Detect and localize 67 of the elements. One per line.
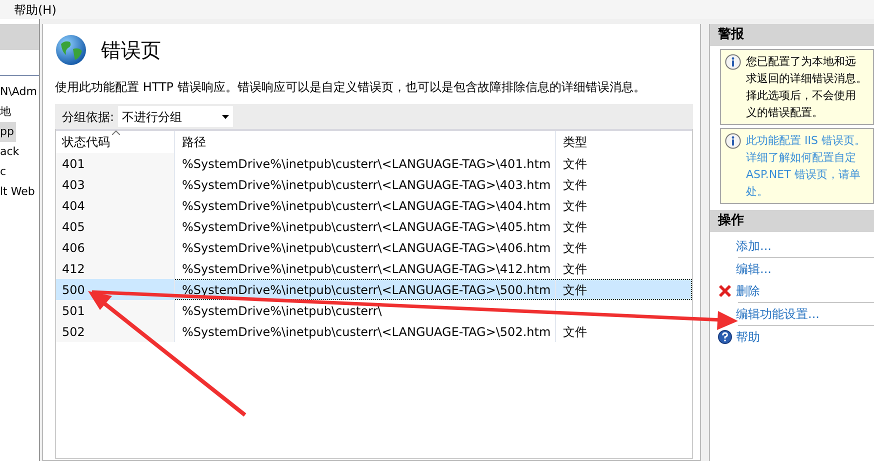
alert-text: 义的错误配置。	[746, 105, 824, 121]
table-cell-text: %SystemDrive%\inetpub\custerr\<LANGUAGE-TAG>\401.htm	[182, 156, 551, 172]
action-link[interactable]: 编辑...	[736, 260, 772, 278]
table-row[interactable]: 500 %SystemDrive%\inetpub\custerr\<LANGUAGE-TAG>\500.htm 文件	[56, 279, 692, 300]
table-row[interactable]: 502 %SystemDrive%\inetpub\custerr\<LANGUAGE-TAG>\502.htm 文件	[56, 321, 692, 342]
column-header[interactable]: 类型	[556, 131, 587, 153]
table-row[interactable]: 406 %SystemDrive%\inetpub\custerr\<LANGUAGE-TAG>\406.htm 文件	[56, 237, 692, 258]
table-cell-text: 文件	[563, 260, 587, 278]
table-cell-text: 404	[62, 198, 85, 214]
help-icon	[718, 330, 732, 344]
action-link[interactable]: 添加...	[736, 237, 772, 255]
table-cell-text: %SystemDrive%\inetpub\custerr\<LANGUAGE-TAG>\412.htm	[182, 260, 551, 278]
table-cell-text: %SystemDrive%\inetpub\custerr\<LANGUAGE-TAG>\406.htm	[182, 240, 551, 256]
alert-link[interactable]: 处。	[746, 183, 866, 200]
table-cell-text: 406	[62, 240, 85, 256]
action-link[interactable]: 帮助	[736, 328, 760, 346]
table-cell-text: 500	[62, 282, 85, 298]
alert-text: 您已配置了为本地和远	[746, 54, 857, 70]
column-header[interactable]: 路径	[175, 131, 556, 153]
table-row[interactable]: 404 %SystemDrive%\inetpub\custerr\<LANGUAGE-TAG>\404.htm 文件	[56, 195, 692, 216]
tree-item[interactable]: ack	[0, 142, 22, 162]
menu-item[interactable]: 帮助(H)	[14, 0, 56, 18]
table-cell-text: %SystemDrive%\inetpub\custerr\<LANGUAGE-TAG>\403.htm	[182, 176, 551, 194]
alerts-header: 警报	[710, 24, 874, 46]
alert-text: 择此选项后，不会使用	[746, 88, 857, 104]
tree-item[interactable]: 地	[0, 102, 13, 122]
table-cell-text: %SystemDrive%\inetpub\custerr\	[182, 302, 382, 320]
table-row[interactable]: 405 %SystemDrive%\inetpub\custerr\<LANGUAGE-TAG>\405.htm 文件	[56, 216, 692, 237]
alert-text: 求返回的详细错误消息。	[746, 71, 867, 87]
table-cell-text: %SystemDrive%\inetpub\custerr\<LANGUAGE-TAG>\404.htm	[182, 198, 551, 214]
page-title: 错误页	[101, 37, 161, 64]
table-cell-text: 412	[62, 260, 85, 278]
table-cell-text: 文件	[563, 240, 587, 256]
table-cell-text: %SystemDrive%\inetpub\custerr\<LANGUAGE-TAG>\502.htm	[182, 324, 551, 340]
table-row[interactable]: 401 %SystemDrive%\inetpub\custerr\<LANGUAGE-TAG>\401.htm 文件	[56, 153, 692, 174]
table-cell-text: 文件	[563, 176, 587, 194]
action-link[interactable]: 删除	[736, 282, 760, 300]
page-description: 使用此功能配置 HTTP 错误响应。错误响应可以是自定义错误页，也可以是包含故障排除信息的详细错误消息。	[55, 79, 646, 96]
panel-header	[0, 24, 39, 50]
info-icon	[725, 133, 741, 149]
table-cell-text: 501	[62, 302, 85, 320]
action-link[interactable]: 编辑功能设置...	[736, 305, 820, 323]
group-by-label: 分组依据:	[62, 108, 114, 126]
globe-icon	[55, 34, 87, 66]
table-cell-text: 502	[62, 324, 85, 340]
group-by-dropdown[interactable]: 不进行分组	[118, 106, 234, 127]
table-cell-text: 文件	[563, 156, 587, 172]
table-cell-text: %SystemDrive%\inetpub\custerr\<LANGUAGE-TAG>\500.htm	[182, 282, 551, 298]
table-cell-text: 文件	[563, 282, 587, 298]
table-cell-text: 文件	[563, 198, 587, 214]
sort-icon	[112, 130, 120, 135]
info-icon	[725, 54, 741, 70]
table-cell-text: 文件	[563, 324, 587, 340]
table-cell-text: 401	[62, 156, 85, 172]
table-cell-text: 文件	[563, 218, 587, 236]
tree-item[interactable]: N\Adm	[0, 82, 39, 102]
table-row[interactable]: 501 %SystemDrive%\inetpub\custerr\	[56, 300, 692, 321]
table-cell-text: %SystemDrive%\inetpub\custerr\<LANGUAGE-TAG>\405.htm	[182, 218, 551, 236]
actions-header: 操作	[710, 210, 874, 232]
tree-item[interactable]: pp	[0, 122, 16, 142]
tree-item[interactable]: lt Web	[0, 182, 37, 202]
tree-item[interactable]: c	[0, 162, 8, 182]
table-cell-text: 403	[62, 176, 85, 194]
table-cell-text: 405	[62, 218, 85, 236]
delete-icon	[718, 284, 732, 298]
table-row[interactable]: 403 %SystemDrive%\inetpub\custerr\<LANGUAGE-TAG>\403.htm 文件	[56, 174, 692, 195]
caret-icon	[222, 114, 230, 118]
